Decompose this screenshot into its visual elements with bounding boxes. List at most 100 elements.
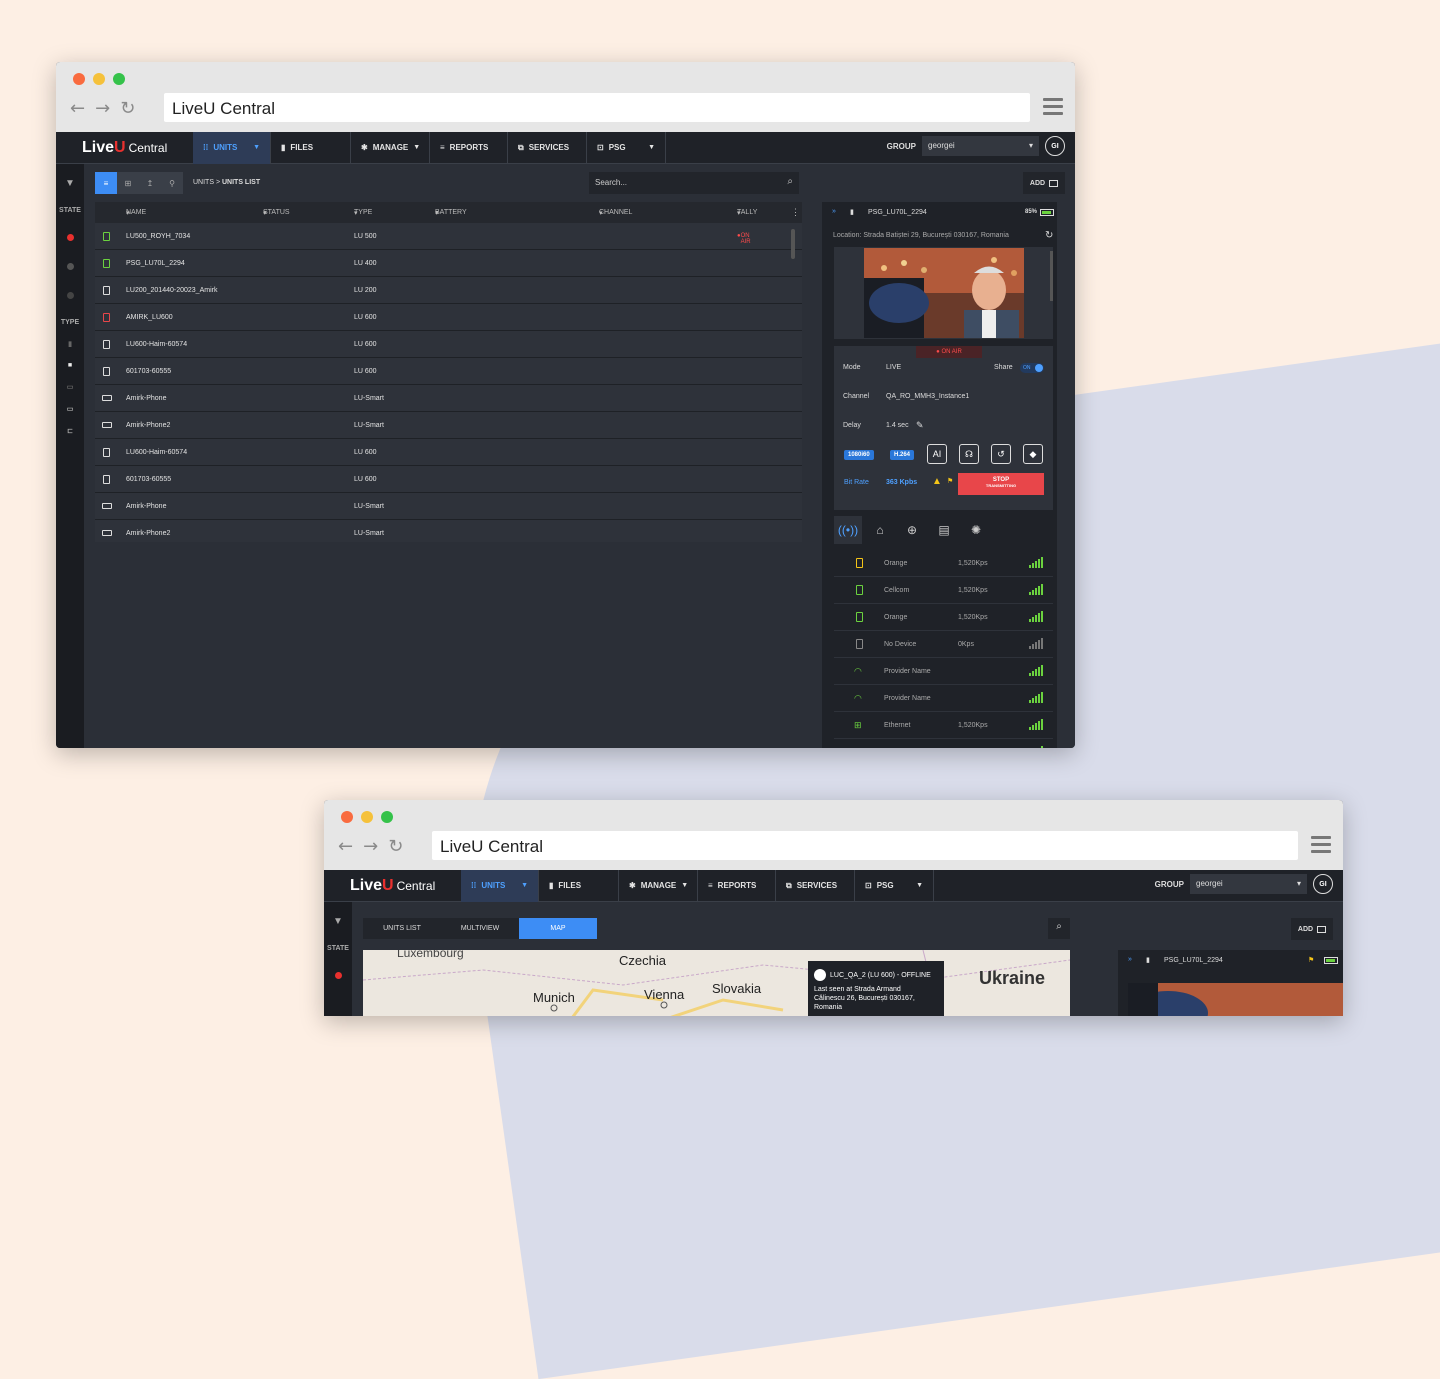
group-select-2[interactable]: georgei ▾ [1190,874,1307,894]
table-row[interactable]: Amirk-Phone LU-Smart [95,493,802,520]
state-online-filter[interactable] [66,263,74,270]
maximize-dot-2[interactable] [381,811,393,823]
table-row[interactable]: Amirk-Phone2 LU-Smart [95,520,802,542]
back-arrow-icon[interactable]: ← [70,98,85,119]
tab-map[interactable]: MAP [519,918,597,939]
upload-button[interactable]: ↥ [139,172,161,194]
tab-multiview[interactable]: MULTIVIEW [441,918,519,939]
avatar-2[interactable]: GI [1313,874,1333,894]
url-bar[interactable]: LiveU Central [164,93,1030,122]
minimize-dot[interactable] [93,73,105,85]
col-battery[interactable]: BATTERY ▾ [435,209,467,217]
headset-icon[interactable]: ☊ [959,444,979,464]
col-channel[interactable]: CHANNEL ▾ [599,209,632,217]
col-tally[interactable]: TALLY ▾ [737,209,757,217]
type-phone-icon[interactable]: ▭ [56,405,84,413]
table-row[interactable]: LU200_201440-20023_Amirk LU 200 [95,277,802,304]
undo-icon[interactable]: ↺ [991,444,1011,464]
browser-menu-icon[interactable] [1043,98,1063,119]
map-search-icon[interactable]: ⌕ [1048,918,1070,939]
browser-menu-icon-2[interactable] [1311,836,1331,857]
table-row[interactable]: Amirk-Phone LU-Smart [95,385,802,412]
close-dot-2[interactable] [341,811,353,823]
col-type[interactable]: TYPE ▾ [354,209,372,217]
table-row[interactable]: PSG_LU70L_2294 LU 400 [95,250,802,277]
tab-document-icon[interactable]: ▤ [930,516,958,544]
unit-name-2: PSG_LU70L_2294 [1164,957,1223,964]
nav-units[interactable]: ⁞⁞ UNITS ▼ [193,131,271,164]
video-preview[interactable] [864,248,1024,338]
collapse-icon[interactable]: » [832,208,836,215]
reload-icon[interactable]: ↻ [120,98,135,119]
state-offline-filter[interactable] [66,292,74,299]
back-arrow-icon-2[interactable]: ← [338,836,353,857]
battery-icon-2 [1324,957,1338,964]
state-onair-filter[interactable] [66,234,74,241]
nav-units-2[interactable]: ⁞⁞ UNITS ▼ [461,869,539,902]
add-button-2[interactable]: ADD [1291,918,1333,940]
url-bar-2[interactable]: LiveU Central [432,831,1298,860]
minimize-dot-2[interactable] [361,811,373,823]
nav-reports[interactable]: ≡ REPORTS [430,131,508,164]
share-toggle[interactable]: ON [1020,363,1044,373]
reload-icon-2[interactable]: ↻ [388,836,403,857]
state-onair-filter-2[interactable] [334,972,342,979]
nav-services-2[interactable]: ⧉ SERVICES [776,869,855,902]
type-laptop-icon[interactable]: ▭ [56,383,84,391]
stop-transmitting-button[interactable]: STOP TRANSMITTING [958,473,1044,495]
forward-arrow-icon[interactable]: → [95,98,110,119]
unit-device-icon: ▮ [850,209,854,216]
table-row[interactable]: LU500_ROYH_7034 LU 500 ● ON AIR [95,223,802,250]
phone-device-icon [102,503,112,509]
table-row[interactable]: 601703-60555 LU 600 [95,358,802,385]
maximize-dot[interactable] [113,73,125,85]
type-other-icon[interactable]: ⊏ [56,427,84,435]
tab-units-list[interactable]: UNITS LIST [363,918,441,939]
ai-button[interactable]: AI [927,444,947,464]
map-view[interactable]: Luxembourg Czechia Munich Vienna Slovaki… [363,950,1070,1016]
search-input[interactable]: Search... ⌕ [589,172,799,194]
forward-arrow-icon-2[interactable]: → [363,836,378,857]
filter-icon-2[interactable]: ▼ [324,916,352,927]
close-dot[interactable] [73,73,85,85]
nav-manage[interactable]: ✱ MANAGE ▼ [351,131,430,164]
filter-icon[interactable]: ▼ [56,178,84,189]
nav-manage-2[interactable]: ✱ MANAGE ▼ [619,869,698,902]
list-view-button[interactable]: ≡ [95,172,117,194]
table-row[interactable]: Amirk-Phone2 LU-Smart [95,412,802,439]
more-icon[interactable]: ⋮ [791,207,800,218]
collapse-icon-2[interactable]: » [1128,956,1132,963]
nav-services[interactable]: ⧉ SERVICES [508,131,587,164]
table-row[interactable]: AMIRK_LU600 LU 600 [95,304,802,331]
col-name[interactable]: NAME ▾ [126,209,146,217]
refresh-icon[interactable]: ↻ [1045,230,1053,241]
grid-view-button[interactable]: ⊞ [117,172,139,194]
type-unit-icon[interactable]: ▮ [56,340,84,348]
group-select[interactable]: georgei ▾ [922,136,1039,156]
nav-files-2[interactable]: ▮ FILES [539,869,619,902]
tab-satellite-icon[interactable]: ✺ [962,516,990,544]
unit-device-icon [103,339,110,349]
nav-psg[interactable]: ⊡ PSG ▼ [587,131,666,164]
connection-rate: 1,520Kps [958,587,988,594]
avatar[interactable]: GI [1045,136,1065,156]
type-camera-icon[interactable]: ■ [56,362,84,369]
tab-connections-icon[interactable]: ((•)) [834,516,862,544]
nav-reports-2[interactable]: ≡ REPORTS [698,869,776,902]
table-scrollbar[interactable] [791,229,795,259]
video-preview-2[interactable] [1128,983,1343,1016]
add-button[interactable]: ADD [1023,172,1065,194]
table-row[interactable]: 601703-60555 LU 600 [95,466,802,493]
nav-files[interactable]: ▮ FILES [271,131,351,164]
table-row[interactable]: LU600-Haim-60574 LU 600 [95,331,802,358]
modem-icon [856,585,863,595]
unit-type-cell: LU 600 [354,448,377,456]
nav-psg-2[interactable]: ⊡ PSG ▼ [855,869,934,902]
col-status[interactable]: STATUS ▾ [263,209,290,217]
table-row[interactable]: LU600-Haim-60574 LU 600 [95,439,802,466]
tag-icon[interactable]: ◆ [1023,444,1043,464]
map-pin-button[interactable]: ⚲ [161,172,183,194]
tab-chart-icon[interactable]: ⌂ [866,516,894,544]
edit-pencil-icon[interactable]: ✎ [916,420,924,431]
tab-globe-icon[interactable]: ⊕ [898,516,926,544]
